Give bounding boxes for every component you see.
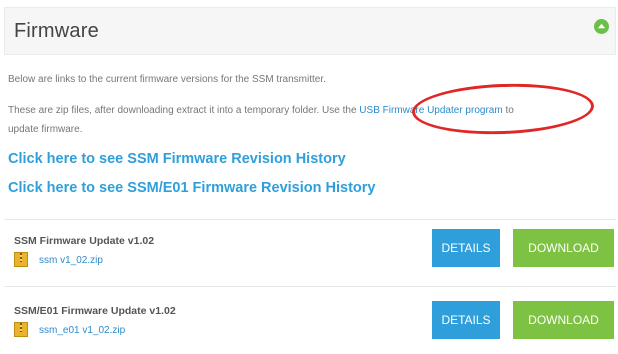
intro-line-3: update firmware.: [8, 124, 83, 135]
ssm-revision-history-link[interactable]: Click here to see SSM Firmware Revision …: [8, 151, 346, 167]
page-title: Firmware: [14, 20, 99, 42]
divider: [4, 219, 616, 220]
annotation-circle: [411, 80, 595, 138]
firmware-title: SSM/E01 Firmware Update v1.02: [14, 305, 176, 317]
panel-header: Firmware: [4, 7, 616, 55]
download-button[interactable]: DOWNLOAD: [513, 301, 614, 339]
firmware-title: SSM Firmware Update v1.02: [14, 235, 155, 247]
zip-file-link[interactable]: ssm_e01 v1_02.zip: [39, 325, 125, 336]
chevron-up-icon: [597, 23, 606, 29]
details-button[interactable]: DETAILS: [432, 301, 500, 339]
download-button[interactable]: DOWNLOAD: [513, 229, 614, 267]
zip-file-link[interactable]: ssm v1_02.zip: [39, 255, 103, 266]
collapse-icon[interactable]: [594, 19, 609, 34]
divider: [4, 286, 616, 287]
zip-file-icon: [14, 252, 28, 267]
intro-line-1: Below are links to the current firmware …: [8, 74, 326, 85]
intro-line-2-text: These are zip files, after downloading e…: [8, 105, 360, 116]
ssm-e01-revision-history-link[interactable]: Click here to see SSM/E01 Firmware Revis…: [8, 180, 375, 196]
details-button[interactable]: DETAILS: [432, 229, 500, 267]
zip-file-icon: [14, 322, 28, 337]
